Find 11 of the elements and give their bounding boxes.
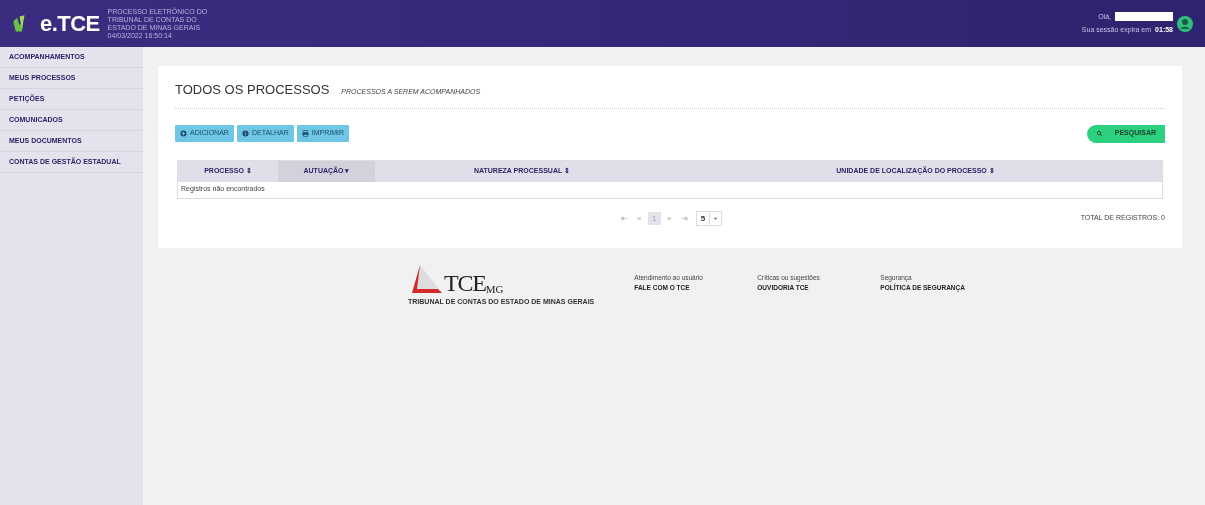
page-size-select[interactable]: 5 — [695, 211, 723, 226]
info-icon — [241, 130, 249, 137]
page-title: TODOS OS PROCESSOS — [175, 81, 330, 99]
plus-circle-icon — [180, 130, 187, 137]
search-icon — [1095, 129, 1103, 137]
printer-icon — [301, 130, 309, 137]
user-avatar-icon — [1177, 15, 1193, 32]
app-logo-text: e.TCE — [40, 12, 100, 35]
redacted-name — [1115, 12, 1173, 22]
logo-suffix: MG — [485, 284, 504, 295]
logo-text: TCE — [444, 271, 486, 295]
